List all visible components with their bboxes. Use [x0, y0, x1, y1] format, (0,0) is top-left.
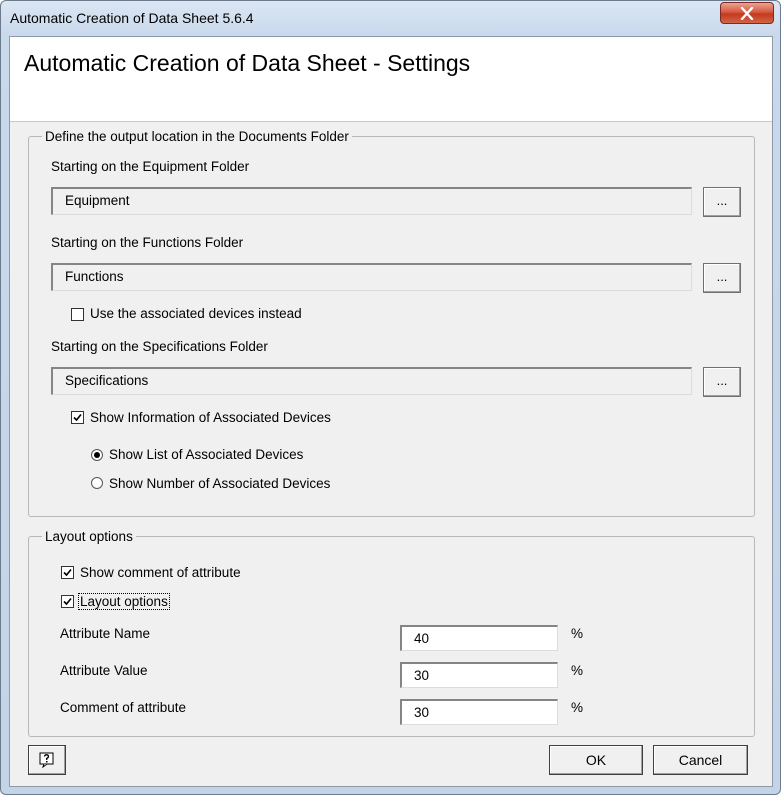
comment-attribute-unit: %: [571, 700, 584, 715]
attribute-value-input[interactable]: 30: [400, 662, 558, 688]
checkmark-icon: [73, 413, 82, 422]
equipment-folder-label: Starting on the Equipment Folder: [51, 159, 250, 174]
show-number-label[interactable]: Show Number of Associated Devices: [109, 476, 330, 491]
radio-selected-dot: [94, 452, 100, 458]
specifications-browse-button[interactable]: ...: [703, 367, 741, 397]
dialog-client-area: Automatic Creation of Data Sheet - Setti…: [9, 36, 773, 787]
use-associated-devices-label[interactable]: Use the associated devices instead: [90, 306, 302, 321]
show-list-radio[interactable]: [91, 449, 103, 461]
title-bar[interactable]: Automatic Creation of Data Sheet 5.6.4: [1, 1, 780, 35]
layout-options-legend: Layout options: [45, 529, 133, 544]
ok-button[interactable]: OK: [549, 745, 643, 775]
output-location-legend: Define the output location in the Docume…: [45, 129, 349, 144]
cancel-button[interactable]: Cancel: [653, 745, 748, 775]
show-info-associated-checkbox[interactable]: [71, 411, 84, 424]
functions-folder-field[interactable]: Functions: [51, 263, 692, 291]
functions-browse-button[interactable]: ...: [703, 263, 741, 293]
equipment-folder-field[interactable]: Equipment: [51, 187, 692, 215]
page-title: Automatic Creation of Data Sheet - Setti…: [24, 50, 471, 76]
checkmark-icon: [63, 597, 72, 606]
use-associated-devices-checkbox[interactable]: [71, 308, 84, 321]
specifications-folder-label: Starting on the Specifications Folder: [51, 339, 268, 354]
specifications-folder-field[interactable]: Specifications: [51, 367, 692, 395]
layout-options-label[interactable]: Layout options: [78, 593, 170, 610]
dialog-header: Automatic Creation of Data Sheet - Setti…: [10, 37, 772, 122]
window-title: Automatic Creation of Data Sheet 5.6.4: [10, 10, 254, 26]
comment-attribute-input[interactable]: 30: [400, 699, 558, 725]
show-list-label[interactable]: Show List of Associated Devices: [109, 447, 303, 462]
dialog-window: Automatic Creation of Data Sheet 5.6.4 A…: [0, 0, 781, 795]
attribute-name-label: Attribute Name: [60, 626, 151, 641]
functions-folder-label: Starting on the Functions Folder: [51, 235, 244, 250]
help-button[interactable]: [28, 745, 66, 775]
show-number-radio[interactable]: [91, 477, 103, 489]
equipment-browse-button[interactable]: ...: [703, 187, 741, 217]
help-icon: [39, 752, 54, 768]
show-info-associated-label[interactable]: Show Information of Associated Devices: [90, 410, 331, 425]
close-button[interactable]: [720, 2, 774, 24]
attribute-value-label: Attribute Value: [60, 663, 148, 678]
checkmark-icon: [63, 568, 72, 577]
show-comment-label[interactable]: Show comment of attribute: [80, 565, 241, 580]
attribute-name-input[interactable]: 40: [400, 625, 558, 651]
close-icon: [740, 7, 754, 20]
attribute-name-unit: %: [571, 626, 584, 641]
comment-attribute-label: Comment of attribute: [60, 700, 187, 715]
attribute-value-unit: %: [571, 663, 584, 678]
show-comment-checkbox[interactable]: [61, 566, 74, 579]
layout-options-checkbox[interactable]: [61, 595, 74, 608]
